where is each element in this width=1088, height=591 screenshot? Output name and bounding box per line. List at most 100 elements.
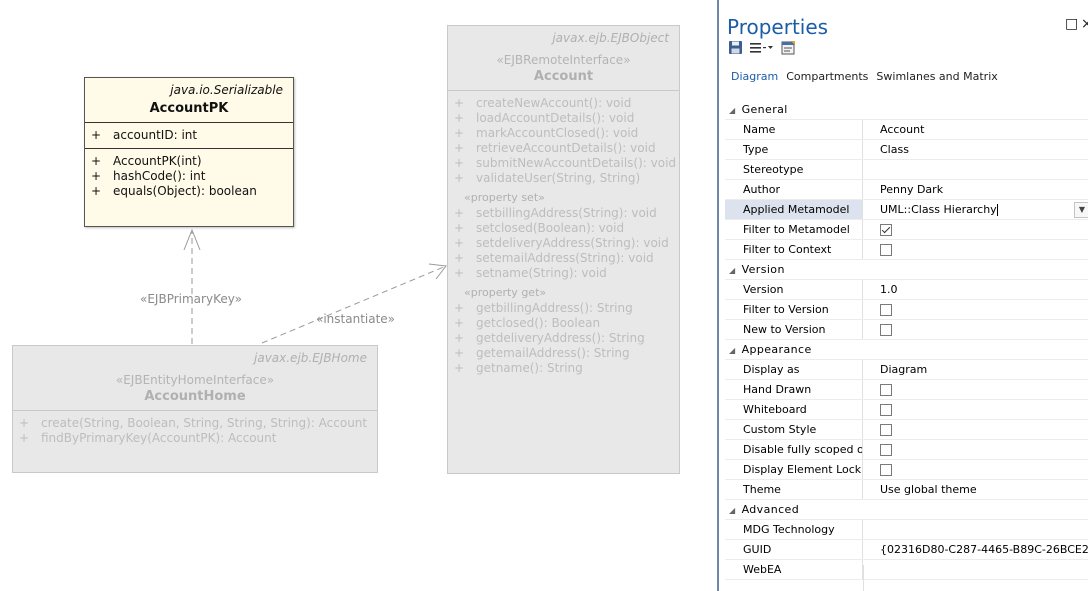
operation-text: setname(String): void [476,266,607,280]
property-value[interactable]: Use global theme [863,480,1088,499]
dropdown-arrow-icon[interactable]: ▼ [1074,202,1088,218]
operation-row[interactable]: + setemailAddress(String): void [448,251,679,266]
operation-row[interactable]: + create(String, Boolean, String, String,… [13,416,377,431]
operation-row[interactable]: + setname(String): void [448,266,679,281]
property-row-new-to-version[interactable]: New to Version [725,320,1088,340]
properties-icon[interactable] [781,40,796,55]
property-row-guid[interactable]: GUID{02316D80-C287-4465-B89C-26BCE2424..… [725,540,1088,560]
attribute-row[interactable]: + accountID: int [85,128,293,143]
category-version[interactable]: ◢ Version [725,260,1088,280]
property-row-type[interactable]: Type Class [725,140,1088,160]
property-label: Stereotype [725,160,863,179]
operation-row[interactable]: + equals(Object): boolean [85,184,293,199]
instantiate-label: «instantiate» [316,312,396,326]
filter-to-version-checkbox[interactable] [880,304,892,316]
operation-text: setbillingAddress(String): void [476,206,657,220]
class-accountpk[interactable]: java.io.Serializable AccountPK + account… [84,77,294,227]
property-row-display-element-lock[interactable]: Display Element Lock ... [725,460,1088,480]
property-row-filter-to-context[interactable]: Filter to Context [725,240,1088,260]
operation-row[interactable]: + findByPrimaryKey(AccountPK): Account [13,431,377,446]
operation-row[interactable]: + hashCode(): int [85,169,293,184]
property-value[interactable]: Class [863,140,1088,159]
property-row-applied-metamodel[interactable]: Applied Metamodel UML::Class Hierarchy ▼ [725,200,1088,220]
operation-row[interactable]: + getdeliveryAddress(): String [448,331,679,346]
property-row-filter-to-version[interactable]: Filter to Version [725,300,1088,320]
property-row-theme[interactable]: Theme Use global theme [725,480,1088,500]
operation-text: setclosed(Boolean): void [476,221,625,235]
operation-row[interactable]: + loadAccountDetails(): void [448,111,679,126]
property-value[interactable]: Diagram [863,360,1088,379]
property-row-custom-style[interactable]: Custom Style [725,420,1088,440]
menu-icon[interactable] [749,40,775,55]
property-label: Author [725,180,863,199]
collapse-triangle-icon[interactable]: ◢ [729,106,736,115]
property-row-display-as[interactable]: Display as Diagram [725,360,1088,380]
property-row-author[interactable]: Author Penny Dark [725,180,1088,200]
property-get-group-label: «property get» [464,286,547,299]
property-value[interactable]: Account [863,120,1088,139]
property-row-filter-to-metamodel[interactable]: Filter to Metamodel [725,220,1088,240]
operation-row[interactable]: + getbillingAddress(): String [448,301,679,316]
custom-style-checkbox[interactable] [880,424,892,436]
applied-metamodel-dropdown[interactable]: UML::Class Hierarchy ▼ [863,200,1088,219]
operation-row[interactable]: + AccountPK(int) [85,154,293,169]
operation-row[interactable]: + setbillingAddress(String): void [448,206,679,221]
operation-row[interactable]: + setdeliveryAddress(String): void [448,236,679,251]
collapse-triangle-icon[interactable]: ◢ [729,266,736,275]
property-row-hand-drawn[interactable]: Hand Drawn [725,380,1088,400]
operation-text: markAccountClosed(): void [476,126,639,140]
instantiate-connector[interactable] [261,265,447,344]
property-value[interactable] [863,520,1088,539]
property-row-stereotype[interactable]: Stereotype [725,160,1088,180]
property-value[interactable]: {02316D80-C287-4465-B89C-26BCE2424... [863,540,1088,559]
visibility-marker: + [454,96,465,110]
visibility-marker: + [454,171,465,185]
tab-compartments[interactable]: Compartments [786,70,868,83]
property-row-disable-fully-scoped[interactable]: Disable fully scoped o... [725,440,1088,460]
operation-row[interactable]: + validateUser(String, String) [448,171,679,186]
operation-row[interactable]: + retrieveAccountDetails(): void [448,141,679,156]
hand-drawn-checkbox[interactable] [880,384,892,396]
filter-to-context-checkbox[interactable] [880,244,892,256]
property-grid: ◢ General Name Account Type Class Stereotyp… [725,100,1088,580]
property-row-whiteboard[interactable]: Whiteboard [725,400,1088,420]
operation-row[interactable]: + getname(): String [448,361,679,376]
disable-fully-scoped-checkbox[interactable] [880,444,892,456]
category-label: ◢ Advanced [725,500,1088,519]
visibility-marker: + [454,236,465,250]
operation-row[interactable]: + getemailAddress(): String [448,346,679,361]
property-row-name[interactable]: Name Account [725,120,1088,140]
operation-text: hashCode(): int [113,169,206,183]
whiteboard-checkbox[interactable] [880,404,892,416]
tab-swimlanes-and-matrix[interactable]: Swimlanes and Matrix [876,70,997,83]
parent-class-label: java.io.Serializable [170,83,283,97]
category-appearance[interactable]: ◢ Appearance [725,340,1088,360]
category-advanced[interactable]: ◢ Advanced [725,500,1088,520]
class-name: Account [533,69,594,84]
property-value[interactable] [863,160,1088,179]
close-icon[interactable]: × [1081,16,1088,32]
operation-row[interactable]: + createNewAccount(): void [448,96,679,111]
save-icon[interactable] [728,40,743,55]
category-text: Appearance [741,343,812,356]
property-row-mdg-technology[interactable]: MDG Technology [725,520,1088,540]
property-value[interactable]: Penny Dark [863,180,1088,199]
diagram-canvas[interactable]: «EJBPrimaryKey» «instantiate» java.io.Se… [0,0,710,591]
collapse-triangle-icon[interactable]: ◢ [729,346,736,355]
display-element-lock-checkbox[interactable] [880,464,892,476]
class-accounthome[interactable]: javax.ejb.EJBHome «EJBEntityHomeInterfac… [12,345,378,473]
property-value[interactable]: 1.0 [863,280,1088,299]
operation-row[interactable]: + getclosed(): Boolean [448,316,679,331]
class-account[interactable]: javax.ejb.EJBObject «EJBRemoteInterface»… [447,25,680,474]
operation-row[interactable]: + markAccountClosed(): void [448,126,679,141]
visibility-marker: + [454,301,465,315]
operation-row[interactable]: + submitNewAccountDetails(): void [448,156,679,171]
new-to-version-checkbox[interactable] [880,324,892,336]
category-general[interactable]: ◢ General [725,100,1088,120]
property-row-version[interactable]: Version 1.0 [725,280,1088,300]
tab-diagram[interactable]: Diagram [731,70,778,83]
restore-icon[interactable]: □ [1065,16,1078,32]
filter-to-metamodel-checkbox[interactable] [880,224,892,236]
collapse-triangle-icon[interactable]: ◢ [729,506,736,515]
operation-row[interactable]: + setclosed(Boolean): void [448,221,679,236]
